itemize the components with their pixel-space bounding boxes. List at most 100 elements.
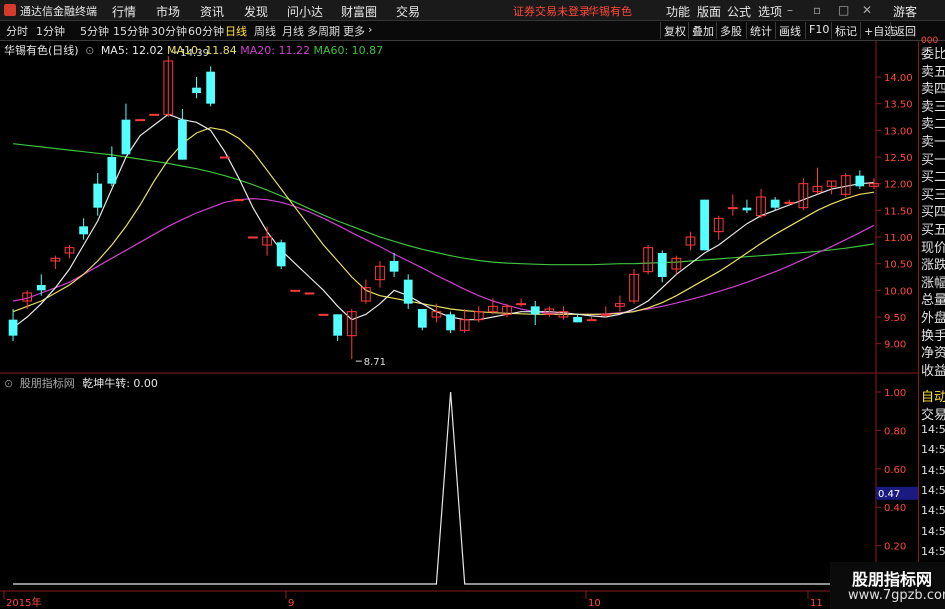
app-title: 通达信金融终端 <box>20 5 97 18</box>
panel-label: 换手 <box>921 328 945 344</box>
login-notice[interactable]: 证券交易未登录 <box>513 3 590 19</box>
panel-label: 买四 <box>921 205 945 221</box>
period-1min[interactable]: 1分钟 <box>36 23 65 39</box>
panel-trade[interactable]: 交易 <box>921 404 945 423</box>
price-tick-label: 12.00 <box>884 180 913 191</box>
panel-label: 买二 <box>921 170 945 186</box>
indicator-source: 股朋指标网 <box>19 377 75 390</box>
period-monthly[interactable]: 月线 <box>282 23 304 39</box>
indicator-tick-label: 0.20 <box>884 542 906 553</box>
guest-label[interactable]: 游客 <box>893 3 917 20</box>
date-label: 10 <box>588 598 601 609</box>
indicator-name: 乾坤牛转: 0.00 <box>82 377 158 390</box>
price-tick-label: 9.50 <box>884 313 906 324</box>
panel-trade-time: 14:56 <box>921 463 945 477</box>
panel-label: 净资 <box>921 346 945 362</box>
maximize-icon[interactable]: □ <box>838 3 849 17</box>
date-label: 9 <box>288 598 294 609</box>
panel-label: 卖四 <box>921 82 945 98</box>
btn-mark[interactable]: 标记 <box>831 22 860 39</box>
indicator-tick-label: 0.80 <box>884 426 906 437</box>
candle-body <box>79 226 88 235</box>
panel-auto[interactable]: 自动 <box>921 386 945 405</box>
btn-f10[interactable]: F10 <box>805 22 832 39</box>
panel-label: 委比 <box>921 47 945 62</box>
period-weekly[interactable]: 周线 <box>254 23 276 39</box>
panel-label: 收益 <box>921 363 945 379</box>
btn-overlay[interactable]: 叠加 <box>688 22 717 39</box>
menu-market[interactable]: 市场 <box>156 3 180 20</box>
price-tick-label: 12.50 <box>884 153 913 164</box>
btn-stats[interactable]: 统计 <box>746 22 775 39</box>
candle-body <box>276 242 286 267</box>
ma10-line <box>12 127 874 315</box>
indicator-tick-label: 0.60 <box>884 465 906 476</box>
candle-body <box>107 157 117 184</box>
btn-adjust[interactable]: 复权 <box>660 22 689 39</box>
menu-function[interactable]: 功能 <box>666 3 690 20</box>
chart-area[interactable]: 14.00 13.50 13.00 12.50 12.00 11.50 11.00 10.50… <box>0 41 945 609</box>
date-label: 2015年 <box>6 596 41 609</box>
more-chevron-icon[interactable]: › <box>368 23 372 36</box>
menu-trade[interactable]: 交易 <box>396 3 420 20</box>
panel-label: 买三 <box>921 187 945 203</box>
menu-quotes[interactable]: 行情 <box>112 3 136 20</box>
btn-draw[interactable]: 画线 <box>775 22 804 39</box>
period-timeshare[interactable]: 分时 <box>6 23 28 39</box>
indicator-toggle-icon[interactable]: ⊙ <box>4 377 13 390</box>
minimize-icon[interactable]: – <box>787 3 793 17</box>
candle-body <box>657 253 667 277</box>
period-toolbar: 分时 1分钟 5分钟 15分钟 30分钟 60分钟 日线 周线 月线 多周期 更… <box>0 21 945 41</box>
panel-label: 卖五 <box>921 64 945 80</box>
period-15min[interactable]: 15分钟 <box>113 23 149 39</box>
price-tick-label: 9.00 <box>884 340 906 351</box>
btn-back[interactable]: 返回 <box>890 22 919 39</box>
menu-layout[interactable]: 版面 <box>697 3 721 20</box>
panel-label: 现价 <box>921 240 945 256</box>
menu-wealth[interactable]: 财富圈 <box>341 3 377 20</box>
candle-body <box>586 319 597 322</box>
period-more[interactable]: 更多 <box>343 23 365 39</box>
candle-body <box>135 119 145 122</box>
candle-body <box>742 207 752 211</box>
legend-ma10: MA10: 11.84 <box>167 44 237 57</box>
menu-ask[interactable]: 问小达 <box>287 3 323 20</box>
candle-body <box>233 199 244 202</box>
panel-label: 卖二 <box>921 117 945 133</box>
candle-body <box>192 87 201 93</box>
candle-body <box>219 156 230 159</box>
legend-ma5: MA5: 12.02 <box>100 44 164 57</box>
candle-body <box>304 292 315 295</box>
menu-news[interactable]: 资讯 <box>200 3 224 20</box>
menu-formula[interactable]: 公式 <box>727 3 751 20</box>
ma5-line <box>12 113 874 329</box>
candle-body <box>36 285 46 291</box>
period-30min[interactable]: 30分钟 <box>151 23 187 39</box>
restore-icon[interactable]: ▫ <box>813 3 821 17</box>
kline-chart[interactable]: 14.00 13.50 13.00 12.50 12.00 11.50 11.00 10.50… <box>0 41 945 609</box>
panel-label: 买五 <box>921 223 945 238</box>
legend-toggle-icon[interactable]: ⊙ <box>85 44 94 57</box>
period-60min[interactable]: 60分钟 <box>188 23 224 39</box>
candle-body <box>178 119 187 160</box>
stock-name-title: 华锡有色 <box>588 5 632 18</box>
panel-trade-time: 14:56 <box>921 483 945 497</box>
menu-discover[interactable]: 发现 <box>244 3 268 20</box>
ma60-line <box>13 143 874 266</box>
close-icon[interactable]: ✕ <box>862 3 872 17</box>
menu-options[interactable]: 选项 <box>758 3 782 20</box>
candle-body <box>290 289 301 292</box>
period-daily[interactable]: 日线 <box>225 23 247 39</box>
period-multi[interactable]: 多周期 <box>307 23 340 39</box>
panel-label: 卖一 <box>921 135 945 150</box>
app-logo-icon <box>4 4 16 16</box>
period-5min[interactable]: 5分钟 <box>80 23 109 39</box>
candle-body <box>573 317 582 323</box>
panel-trade-time: 14:56 <box>921 443 945 457</box>
indicator-current-label: 0.47 <box>878 489 900 500</box>
btn-multi-stock[interactable]: 多股 <box>716 22 745 39</box>
candle-body <box>248 236 258 239</box>
candle-body <box>403 279 413 304</box>
candle-body <box>727 207 738 210</box>
main-legend: 华锡有色(日线) ⊙ MA5: 12.02 MA10: 11.84 MA20: … <box>4 42 383 58</box>
